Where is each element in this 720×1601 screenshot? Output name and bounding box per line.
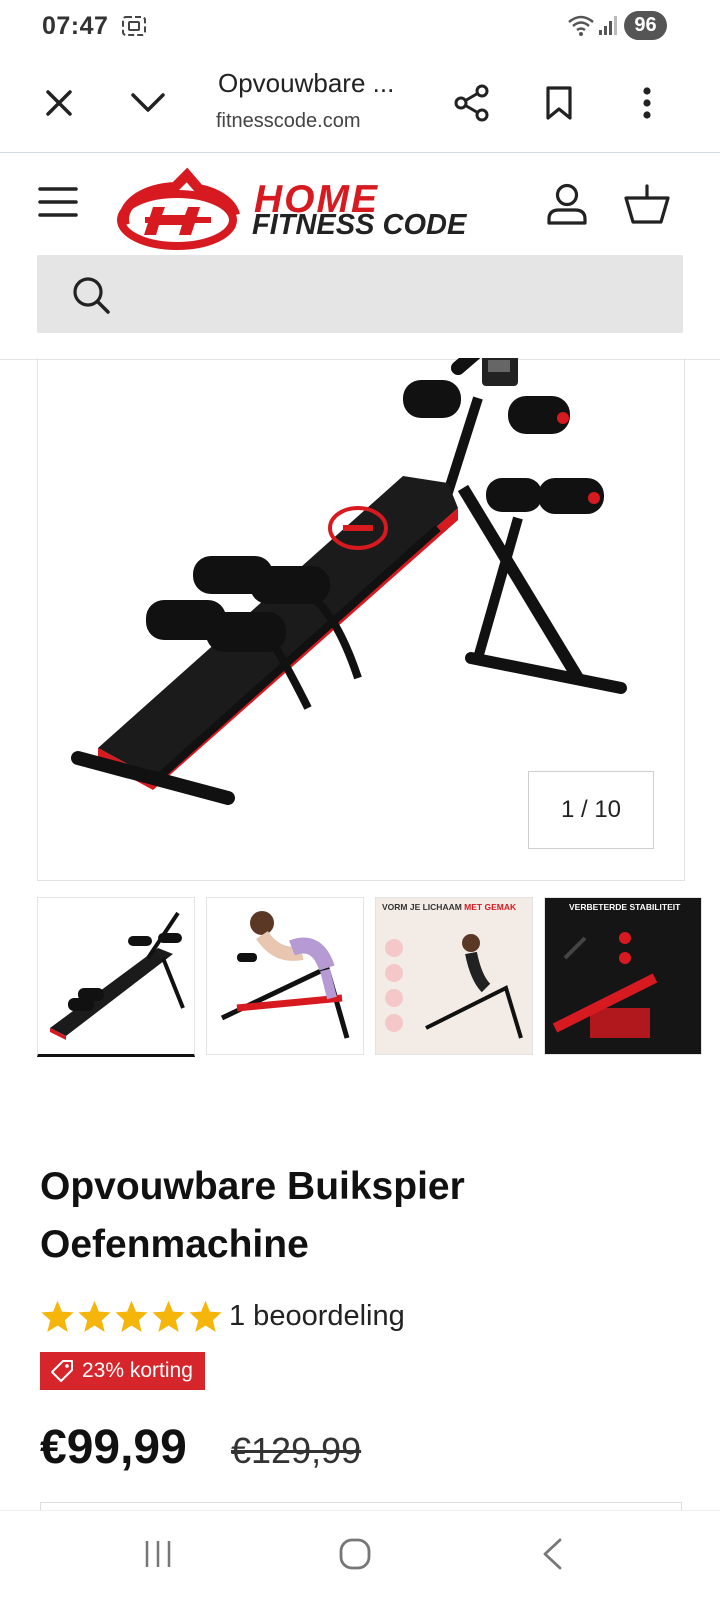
status-bar: 07:47 96 [0, 0, 720, 52]
bookmark-icon [546, 86, 572, 120]
system-navigation-bar [0, 1510, 720, 1601]
product-main-image[interactable]: 1 / 10 [37, 358, 685, 881]
star-icon [78, 1300, 111, 1333]
account-button[interactable] [545, 183, 589, 230]
thumbnail-stability-image [552, 932, 658, 1038]
logo-text-fitness-code: FITNESS CODE [252, 209, 467, 241]
share-icon [454, 84, 489, 122]
rating-row[interactable]: 1 beoordeling [40, 1296, 405, 1336]
screenshot-icon [122, 16, 146, 36]
user-icon [547, 183, 587, 225]
search-icon [73, 277, 110, 314]
discount-text: 23% korting [82, 1359, 193, 1382]
thumbnail-1[interactable] [37, 897, 195, 1057]
url-text[interactable]: fitnesscode.com [216, 110, 361, 133]
original-price: €129,99 [231, 1430, 362, 1471]
star-icon [41, 1300, 74, 1333]
status-time: 07:47 [42, 12, 109, 40]
product-title: Opvouwbare Buikspier Oefenmachine [40, 1165, 465, 1266]
star-icon [189, 1300, 222, 1333]
tag-icon [51, 1360, 73, 1382]
cart-button[interactable] [624, 183, 670, 230]
chevron-down-icon [131, 93, 165, 112]
home-button[interactable] [338, 1537, 372, 1571]
thumbnail-4[interactable]: VERBETERDE STABILITEIT [544, 897, 702, 1055]
battery-indicator: 96 [624, 11, 667, 40]
search-bar[interactable] [37, 255, 683, 333]
rating-count[interactable]: 1 beoordeling [229, 1300, 405, 1333]
signal-icon [599, 16, 617, 35]
basket-icon [624, 184, 670, 224]
hamburger-icon [38, 187, 78, 217]
wifi-icon [568, 15, 594, 36]
thumbnail-lifestyle-image [385, 934, 523, 1039]
share-button[interactable] [451, 82, 493, 124]
thumbnail-strip[interactable]: VORM JE LICHAAM MET GEMAK VERBETERDE STA… [37, 897, 720, 1057]
current-price: €99,99 [40, 1421, 187, 1474]
star-icon [115, 1300, 148, 1333]
close-icon [46, 90, 72, 116]
image-counter: 1 / 10 [528, 771, 654, 849]
minimize-button[interactable] [127, 82, 169, 124]
thumbnail-woman-exercising-image [220, 911, 350, 1039]
logo-mark-icon [117, 167, 240, 250]
thumbnail-3[interactable]: VORM JE LICHAAM MET GEMAK [375, 897, 533, 1055]
close-tab-button[interactable] [38, 82, 80, 124]
menu-button[interactable] [38, 185, 78, 224]
star-rating [40, 1299, 223, 1333]
site-logo[interactable]: HOME FITNESS CODE [115, 165, 495, 253]
browser-toolbar: Opvouwbare ... fitnesscode.com [0, 52, 720, 153]
back-button[interactable] [540, 1537, 564, 1571]
more-vertical-icon [643, 87, 651, 119]
tab-title[interactable]: Opvouwbare ... [218, 68, 394, 99]
discount-badge: 23% korting [40, 1352, 205, 1390]
site-header: HOME FITNESS CODE [0, 153, 720, 360]
recent-apps-button[interactable] [143, 1539, 173, 1569]
thumbnail-2[interactable] [206, 897, 364, 1055]
bookmark-button[interactable] [538, 82, 580, 124]
thumbnail-bench-image [50, 911, 185, 1040]
star-icon [152, 1300, 185, 1333]
thumbnail-4-caption: VERBETERDE STABILITEIT [569, 902, 681, 912]
more-options-button[interactable] [626, 82, 668, 124]
thumbnail-3-caption: VORM JE LICHAAM MET GEMAK [382, 902, 517, 912]
